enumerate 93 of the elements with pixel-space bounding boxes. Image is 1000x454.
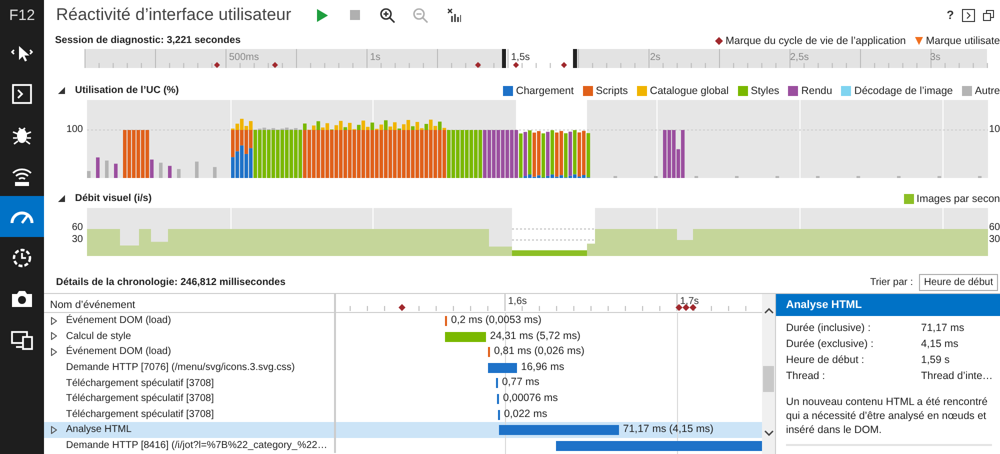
description-text: Un nouveau contenu HTML a été rencontré qui a nécessité d’être analysé en nœuds et inséré dans le DOM. [786,395,992,446]
zoom-out-icon [413,8,428,22]
legend-label: Rendu [801,84,832,96]
expand-icon[interactable] [51,426,57,434]
tick-label: 2s [650,52,661,63]
duration-label: 0,022 ms [504,408,548,420]
event-row[interactable]: Calcul de style 24,31 ms (5,72 ms) [44,328,762,344]
duration-label: 24,31 ms (5,72 ms) [490,330,580,342]
help-button[interactable]: ? [946,8,954,22]
section-title: Utilisation de l’UC (%) [75,85,179,96]
axis-label: 30 [72,234,83,245]
lifecycle-mark [214,62,220,68]
sort-label: Trier par : [870,277,914,288]
field-value: 71,17 ms [921,322,966,334]
tick-label: 1,6s [508,296,527,307]
field-value: 1,59 s [921,354,951,366]
legend-label: Marque utilisate [926,34,1000,46]
event-row[interactable]: Téléchargement spéculatif [3708] 0,00076 ms [44,390,762,407]
legend-label: Autre [974,84,1000,96]
console-icon [11,82,33,104]
sort-dropdown[interactable]: Heure de début [919,274,998,291]
f12-label: F12 [9,6,35,26]
duration-label: 0,00076 ms [503,392,558,404]
tick-label: 1,5s [511,52,530,63]
event-name: Événement DOM (load) [65,346,172,358]
duration-label: 0,2 ms (0,0053 ms) [451,314,542,326]
legend-label: Images par secon [916,192,1000,204]
legend-label: Catalogue global [650,84,729,96]
axis-label: 60 [72,222,83,233]
lifecycle-mark [561,62,567,68]
zoom-in-icon [380,8,396,22]
event-row[interactable]: Demande HTTP [7076] (/menu/svg/icons.3.svg.css) 16,96 ms [44,360,762,376]
event-row[interactable]: Événement DOM (load) 0,2 ms (0,0053 ms) [44,313,762,329]
duration-label: 0,81 ms (0,026 ms) [494,345,584,358]
scroll-down-icon[interactable] [764,430,774,436]
tick-label: 1s [370,52,381,63]
event-name: Demande HTTP [7076] (/menu/svg/icons.3.svg.css) [65,362,295,374]
event-name: Demande HTTP [8416] (/i/jot?l=%7B%22_category_%22… [65,440,328,452]
session-label: Session de diagnostic: 3,221 secondes [55,35,241,46]
event-row[interactable]: Demande HTTP [8416] (/i/jot?l=%7B%22_category_%22… [44,438,762,454]
camera-icon [11,288,33,308]
panel-title: Analyse HTML [776,294,1000,316]
section-title: Débit visuel (i/s) [75,193,152,204]
duration-label: 71,17 ms (4,15 ms) [623,423,714,436]
tick-label: 1,7s [680,296,699,307]
axis-label: 10 [989,124,1000,135]
scroll-up-icon[interactable] [764,308,774,314]
collapse-icon[interactable] [58,195,65,202]
lifecycle-mark [398,304,406,311]
axis-label: 60 [989,222,1000,233]
event-name: Téléchargement spéculatif [3708] [65,393,214,404]
legend-label: Styles [750,84,780,96]
event-row[interactable]: Événement DOM (load) 0,81 ms (0,026 ms) [44,344,762,360]
clock-icon [11,246,33,268]
event-name: Analyse HTML [65,424,132,436]
scroll-thumb[interactable] [763,366,774,392]
restore-button[interactable] [983,10,994,20]
axis-label: 30 [989,234,1000,245]
tick-label: 3s [930,52,941,63]
lifecycle-mark [475,62,481,68]
tick-label: 2,5s [790,52,809,63]
legend-label: Chargement [516,84,574,96]
column-header[interactable]: Nom d’événement [44,294,336,312]
tick-label: 500ms [229,52,260,63]
event-name: Événement DOM (load) [65,315,172,326]
scrollbar[interactable] [762,294,775,454]
event-name: Téléchargement spéculatif [3708] [65,378,214,389]
legend-label: Scripts [596,84,628,96]
details-title: Détails de la chronologie: 246,812 millisecondes [56,277,286,288]
stop-icon [350,10,360,20]
window-title: Réactivité d’interface utilisateur [56,5,292,25]
event-row[interactable]: Téléchargement spéculatif [3708] 0,77 ms [44,375,762,391]
field-label: Heure de début : [786,354,866,366]
lifecycle-mark [272,62,278,68]
collapse-icon[interactable] [58,87,65,94]
clear-chart-icon [446,8,461,22]
console-button[interactable] [962,8,975,22]
legend-label: Marque du cycle de vie de l’application [726,34,906,46]
duration-label: 16,96 ms [521,360,564,373]
event-name: Téléchargement spéculatif [3708] [65,408,214,420]
duration-label: 0,77 ms [502,376,540,388]
play-icon [316,8,328,22]
lifecycle-mark [513,62,519,68]
axis-label: 100 [66,124,83,135]
legend-label: Décodage de l’image [854,84,953,96]
field-value: 4,15 ms [921,338,960,350]
event-row[interactable]: Analyse HTML 71,17 ms (4,15 ms) [44,422,762,438]
event-name: Calcul de style [65,330,132,342]
monitor-icon [11,328,33,350]
field-label: Durée (inclusive) : [786,322,872,334]
field-value: Thread d’inte… [921,370,994,382]
field-label: Durée (exclusive) : [786,338,875,350]
field-label: Thread : [786,370,826,382]
